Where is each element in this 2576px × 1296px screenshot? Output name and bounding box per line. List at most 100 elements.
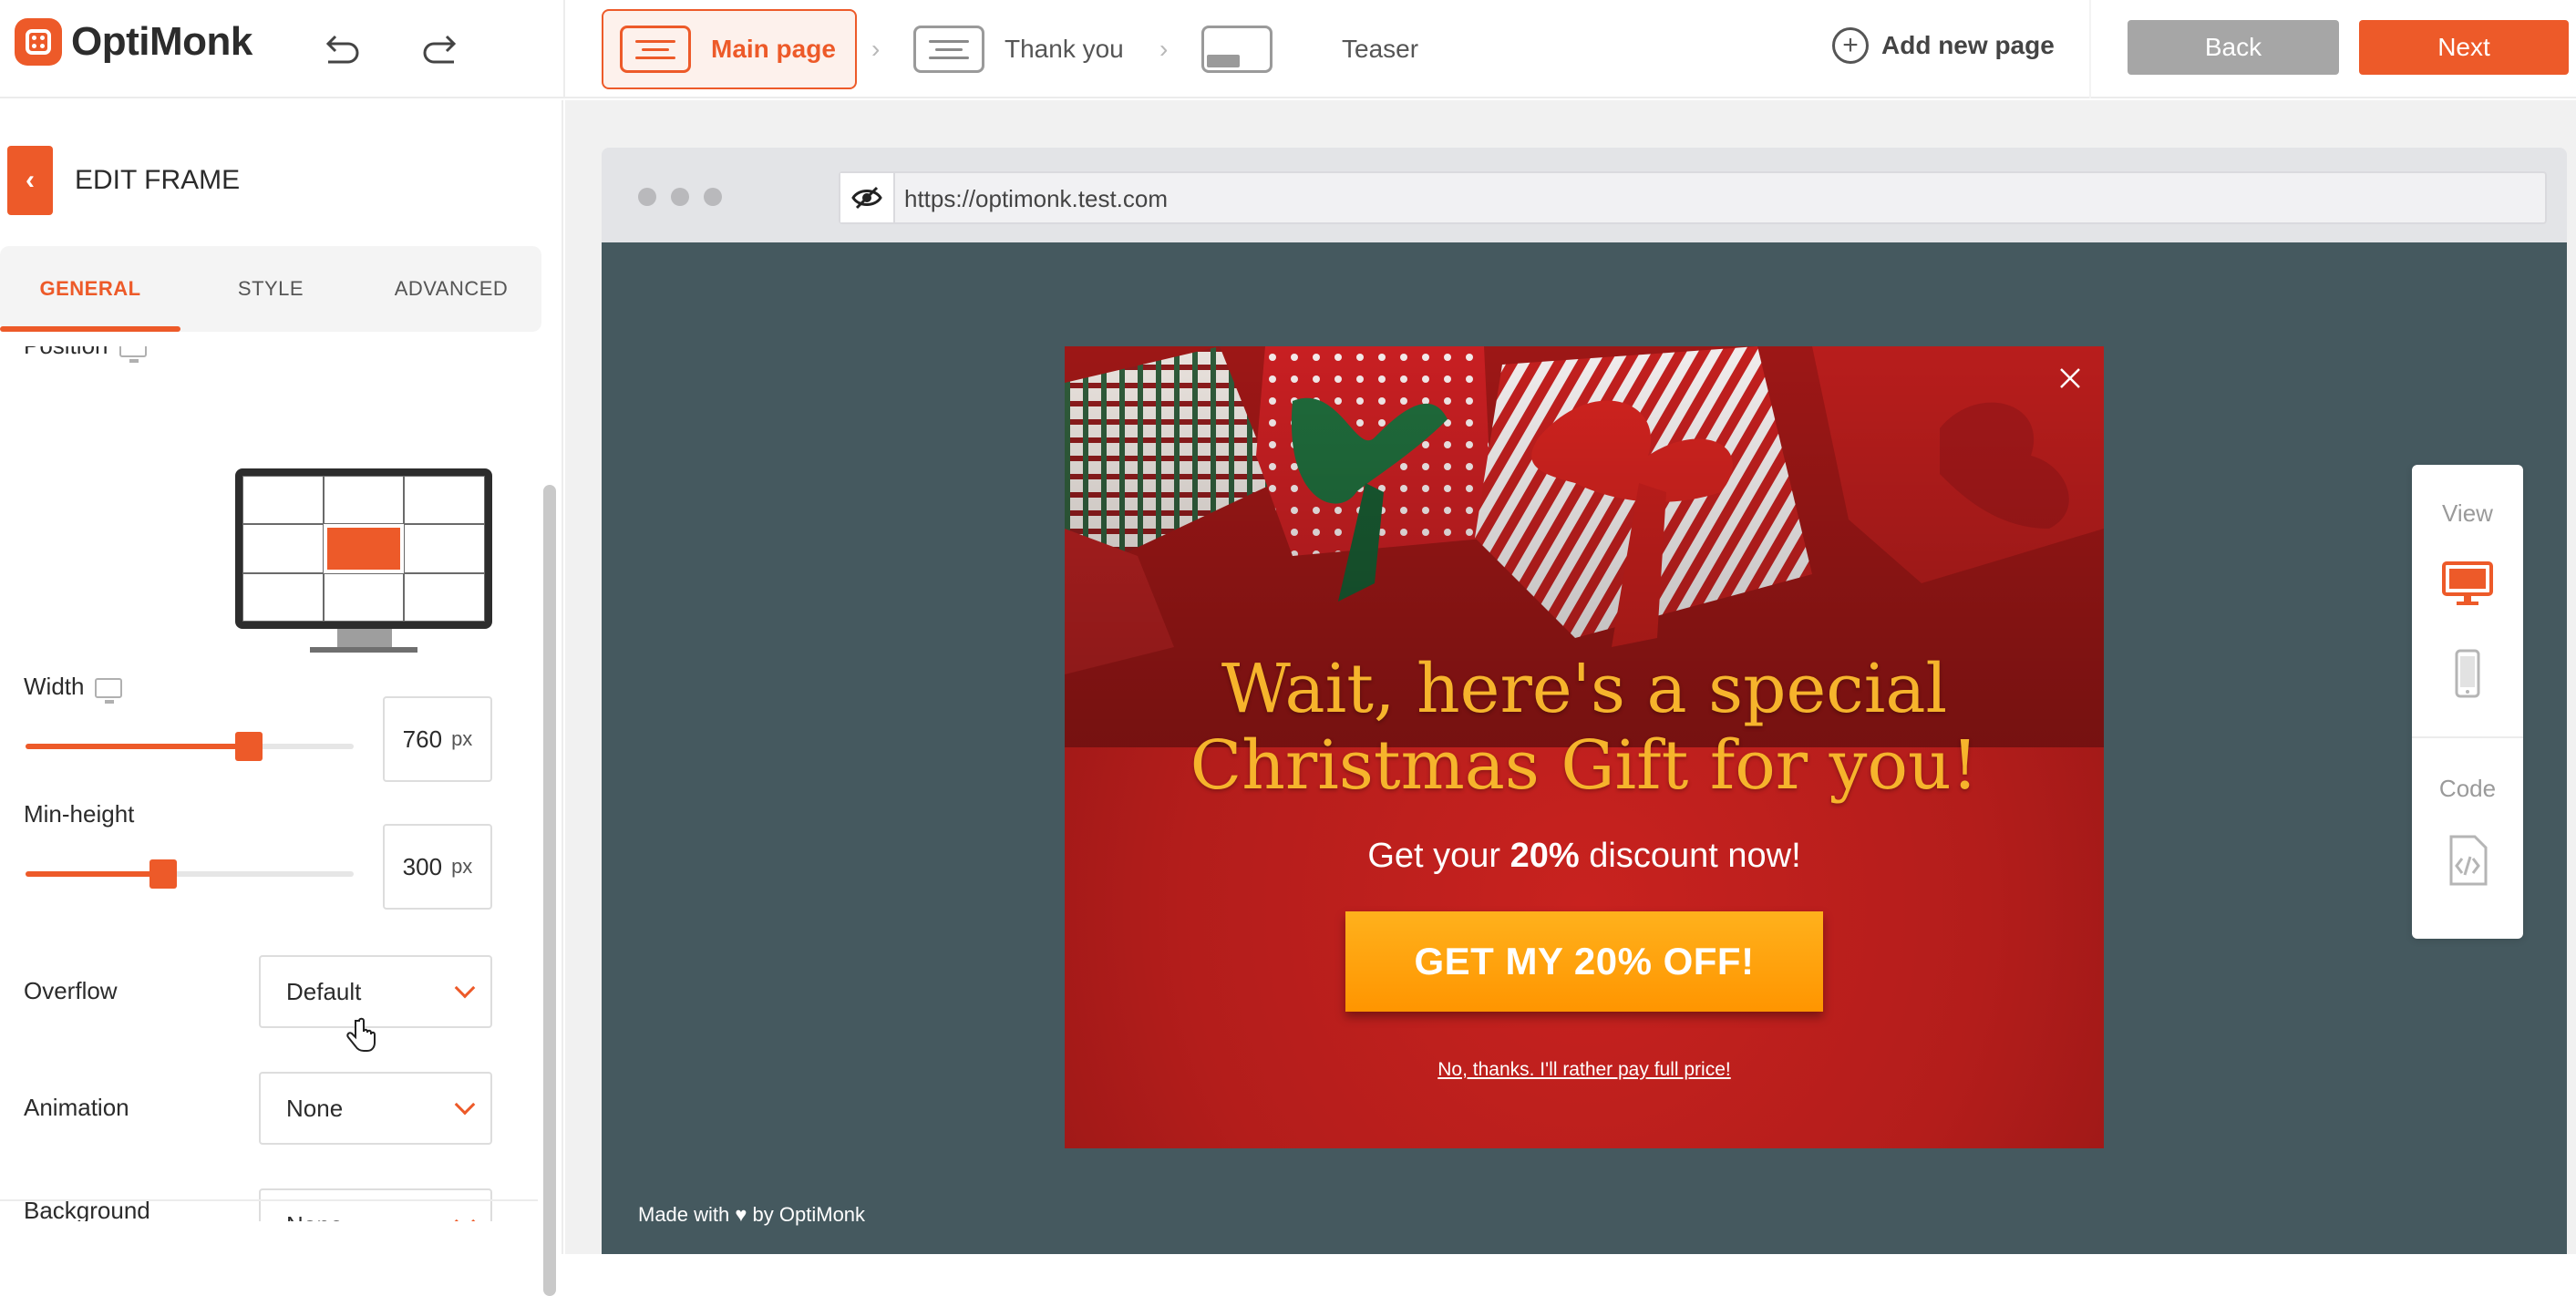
main-page-thumb-icon bbox=[620, 26, 691, 73]
background-animation-select[interactable]: None bbox=[259, 1188, 492, 1221]
edit-frame-header: ‹ EDIT FRAME bbox=[7, 146, 240, 215]
sidebar-title: EDIT FRAME bbox=[75, 165, 241, 195]
desktop-icon bbox=[95, 678, 123, 705]
decline-link[interactable]: No, thanks. I'll rather pay full price! bbox=[1065, 1059, 2104, 1081]
animation-label: Animation bbox=[24, 1094, 129, 1121]
thank-you-thumb-icon bbox=[913, 26, 984, 73]
desktop-icon bbox=[118, 346, 147, 364]
step-main-page[interactable]: Main page bbox=[602, 9, 857, 89]
width-slider-fill bbox=[26, 744, 249, 749]
window-dot bbox=[704, 188, 722, 206]
monitor-base bbox=[310, 647, 417, 653]
width-input[interactable]: 760 px bbox=[383, 696, 492, 782]
get-discount-button[interactable]: GET MY 20% OFF! bbox=[1345, 911, 1823, 1012]
next-button[interactable]: Next bbox=[2359, 20, 2569, 75]
position-picker[interactable] bbox=[235, 468, 492, 629]
headline-line1: Wait, here's a special bbox=[1221, 650, 1948, 728]
logo-wordmark: OptiMonk bbox=[71, 19, 252, 64]
width-unit: px bbox=[451, 727, 473, 750]
teaser-thumb-icon bbox=[1201, 26, 1273, 73]
code-file-icon[interactable] bbox=[2440, 833, 2495, 888]
min-height-label: Min-height bbox=[24, 800, 135, 828]
position-cell[interactable] bbox=[404, 572, 485, 622]
window-dot bbox=[638, 188, 656, 206]
animation-select[interactable]: None bbox=[259, 1072, 492, 1145]
redo-icon[interactable] bbox=[419, 27, 465, 73]
logo-mark-icon bbox=[15, 18, 62, 66]
desktop-view-icon[interactable] bbox=[2440, 556, 2495, 611]
popup-headline: Wait, here's a special Christmas Gift fo… bbox=[1065, 651, 2104, 804]
tab-advanced[interactable]: ADVANCED bbox=[361, 246, 541, 332]
browser-preview: https://optimonk.test.com Wait, here's a… bbox=[602, 148, 2567, 1254]
sidebar-back-button[interactable]: ‹ bbox=[7, 146, 53, 215]
min-height-value: 300 bbox=[402, 852, 443, 880]
width-label-text: Width bbox=[24, 673, 85, 700]
top-bar: OptiMonk Main page › Thank you › Teaser … bbox=[0, 0, 2576, 98]
position-cell[interactable] bbox=[242, 476, 324, 525]
sub-discount: 20% bbox=[1510, 837, 1580, 875]
eye-slash-icon[interactable] bbox=[840, 173, 895, 222]
position-cell[interactable] bbox=[323, 572, 405, 622]
code-label: Code bbox=[2438, 775, 2497, 802]
close-icon[interactable] bbox=[2056, 365, 2084, 392]
chevron-down-icon bbox=[454, 1210, 476, 1221]
divider bbox=[2089, 0, 2091, 98]
monitor-stand bbox=[337, 629, 392, 649]
optimonk-logo[interactable]: OptiMonk bbox=[15, 18, 252, 66]
back-button[interactable]: Back bbox=[2128, 20, 2339, 75]
sidebar-tabs: GENERAL STYLE ADVANCED bbox=[0, 246, 541, 332]
position-cell[interactable] bbox=[242, 524, 324, 573]
position-cell-selected[interactable] bbox=[326, 528, 401, 570]
sidebar-scrollbar[interactable] bbox=[543, 485, 556, 1296]
min-height-unit: px bbox=[451, 855, 473, 878]
add-new-page-button[interactable]: + Add new page bbox=[1832, 27, 2055, 64]
overflow-label: Overflow bbox=[24, 977, 118, 1004]
view-label: View bbox=[2442, 499, 2493, 527]
overflow-value: Default bbox=[286, 977, 362, 1005]
undo-icon[interactable] bbox=[317, 27, 363, 73]
tab-style[interactable]: STYLE bbox=[180, 246, 361, 332]
position-cell[interactable] bbox=[242, 572, 324, 622]
step-label: Teaser bbox=[1342, 35, 1419, 63]
min-height-slider-handle[interactable] bbox=[149, 859, 177, 889]
divider bbox=[0, 1199, 538, 1201]
bg-animation-value: None bbox=[286, 1211, 343, 1222]
min-height-slider-fill bbox=[26, 871, 163, 877]
position-label-text: Position bbox=[24, 346, 108, 359]
width-slider[interactable] bbox=[26, 732, 354, 761]
plus-circle-icon: + bbox=[1832, 27, 1869, 64]
width-value: 760 bbox=[402, 725, 443, 753]
animation-value: None bbox=[286, 1094, 344, 1122]
properties-panel: Position Width 760 px Min-height bbox=[0, 346, 538, 1221]
position-label: Position bbox=[24, 346, 147, 364]
url-text: https://optimonk.test.com bbox=[904, 185, 1169, 212]
chevron-right-icon: › bbox=[871, 35, 881, 63]
chevron-right-icon: › bbox=[1159, 35, 1169, 63]
popup-subheadline: Get your 20% discount now! bbox=[1065, 837, 2104, 876]
christmas-popup[interactable]: Wait, here's a special Christmas Gift fo… bbox=[1065, 346, 2104, 1148]
made-with-optimonk[interactable]: Made with ♥ by OptiMonk bbox=[638, 1203, 865, 1227]
step-label: Thank you bbox=[1005, 35, 1124, 63]
width-label: Width bbox=[24, 673, 123, 705]
position-cell[interactable] bbox=[323, 476, 405, 525]
step-thank-you[interactable]: Thank you bbox=[913, 9, 1124, 89]
divider bbox=[2412, 736, 2523, 738]
min-height-input[interactable]: 300 px bbox=[383, 824, 492, 910]
sub-pre: Get your bbox=[1367, 837, 1510, 875]
window-dot bbox=[671, 188, 689, 206]
width-slider-handle[interactable] bbox=[235, 732, 263, 761]
position-cell[interactable] bbox=[404, 524, 485, 573]
step-label: Main page bbox=[711, 35, 836, 63]
hand-cursor-icon bbox=[346, 1017, 376, 1052]
tab-general[interactable]: GENERAL bbox=[0, 246, 180, 332]
min-height-slider[interactable] bbox=[26, 859, 354, 889]
browser-toolbar: https://optimonk.test.com bbox=[602, 148, 2567, 242]
sub-post: discount now! bbox=[1579, 837, 1801, 875]
website-preview: Wait, here's a special Christmas Gift fo… bbox=[602, 242, 2567, 1254]
position-cell[interactable] bbox=[404, 476, 485, 525]
divider bbox=[563, 0, 565, 98]
url-bar[interactable]: https://optimonk.test.com bbox=[839, 171, 2547, 224]
mobile-view-icon[interactable] bbox=[2440, 647, 2495, 702]
step-teaser[interactable]: Teaser bbox=[1201, 9, 1418, 89]
chevron-down-icon bbox=[454, 1094, 476, 1116]
